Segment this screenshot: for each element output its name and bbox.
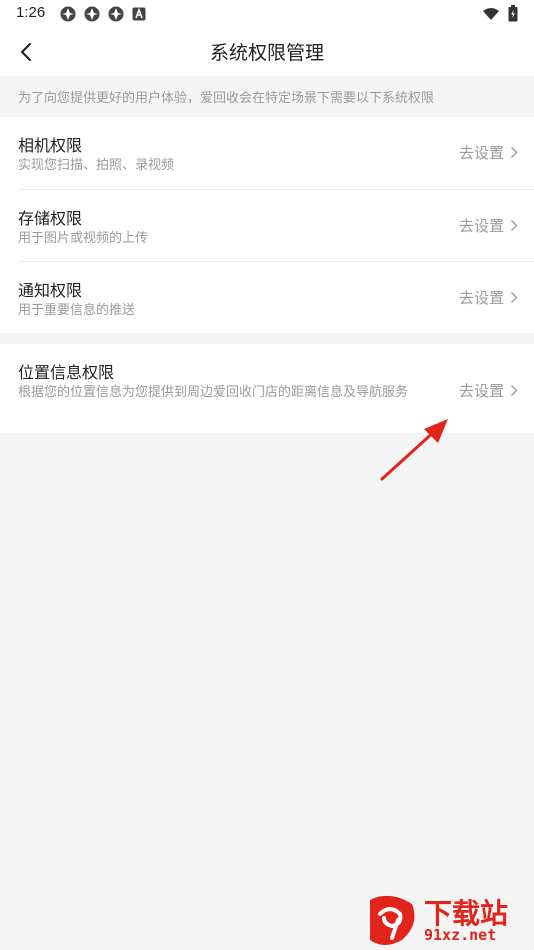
permission-row-storage[interactable]: 存储权限 用于图片或视频的上传 去设置 [0, 190, 534, 262]
permission-desc: 实现您扫描、拍照、录视频 [18, 158, 175, 173]
status-system-icons [482, 5, 518, 22]
app-notification-icon [108, 6, 124, 22]
annotation-arrow-icon [380, 419, 448, 481]
settings-link[interactable]: 去设置 [459, 142, 518, 163]
permission-row-notification[interactable]: 通知权限 用于重要信息的推送 去设置 [0, 262, 534, 333]
permission-title: 相机权限 [18, 136, 83, 155]
status-bar: 1:26 [0, 0, 534, 28]
watermark-logo-icon [370, 895, 415, 945]
watermark-url: 91xz.net [424, 926, 497, 944]
battery-icon [508, 5, 518, 22]
settings-link[interactable]: 去设置 [459, 287, 518, 308]
settings-link-label: 去设置 [458, 217, 504, 235]
chevron-right-icon [511, 220, 518, 231]
settings-link-label: 去设置 [458, 289, 504, 307]
permissions-card: 相机权限 实现您扫描、拍照、录视频 去设置 存储权限 用于图片或视频的上传 去设… [0, 117, 534, 333]
permission-desc: 根据您的位置信息为您提供到周边爱回收门店的距离信息及导航服务 [18, 385, 409, 400]
permission-notice: 为了向您提供更好的用户体验，爱回收会在特定场景下需要以下系统权限 [0, 76, 534, 117]
app-notification-icon [84, 6, 100, 22]
permission-desc: 用于图片或视频的上传 [18, 231, 149, 246]
a-icon [132, 7, 146, 21]
status-notification-icons [60, 6, 146, 22]
permission-row-camera[interactable]: 相机权限 实现您扫描、拍照、录视频 去设置 [0, 117, 534, 189]
permission-title: 通知权限 [18, 281, 83, 300]
settings-link-label: 去设置 [458, 144, 504, 162]
nav-bar: 系统权限管理 [0, 28, 534, 76]
settings-link[interactable]: 去设置 [459, 380, 518, 401]
chevron-right-icon [511, 292, 518, 303]
page-title: 系统权限管理 [209, 42, 324, 64]
permission-title: 存储权限 [18, 209, 83, 228]
notice-text: 为了向您提供更好的用户体验，爱回收会在特定场景下需要以下系统权限 [18, 91, 435, 106]
chevron-right-icon [511, 147, 518, 158]
app-notification-icon [60, 6, 76, 22]
permission-desc: 用于重要信息的推送 [18, 303, 136, 318]
chevron-right-icon [511, 385, 518, 396]
wifi-icon [483, 7, 499, 20]
watermark: 下载站 91xz.net [362, 892, 532, 950]
settings-link[interactable]: 去设置 [459, 215, 518, 236]
status-time: 1:26 [16, 4, 46, 21]
permission-title: 位置信息权限 [18, 363, 115, 382]
settings-link-label: 去设置 [458, 382, 504, 400]
